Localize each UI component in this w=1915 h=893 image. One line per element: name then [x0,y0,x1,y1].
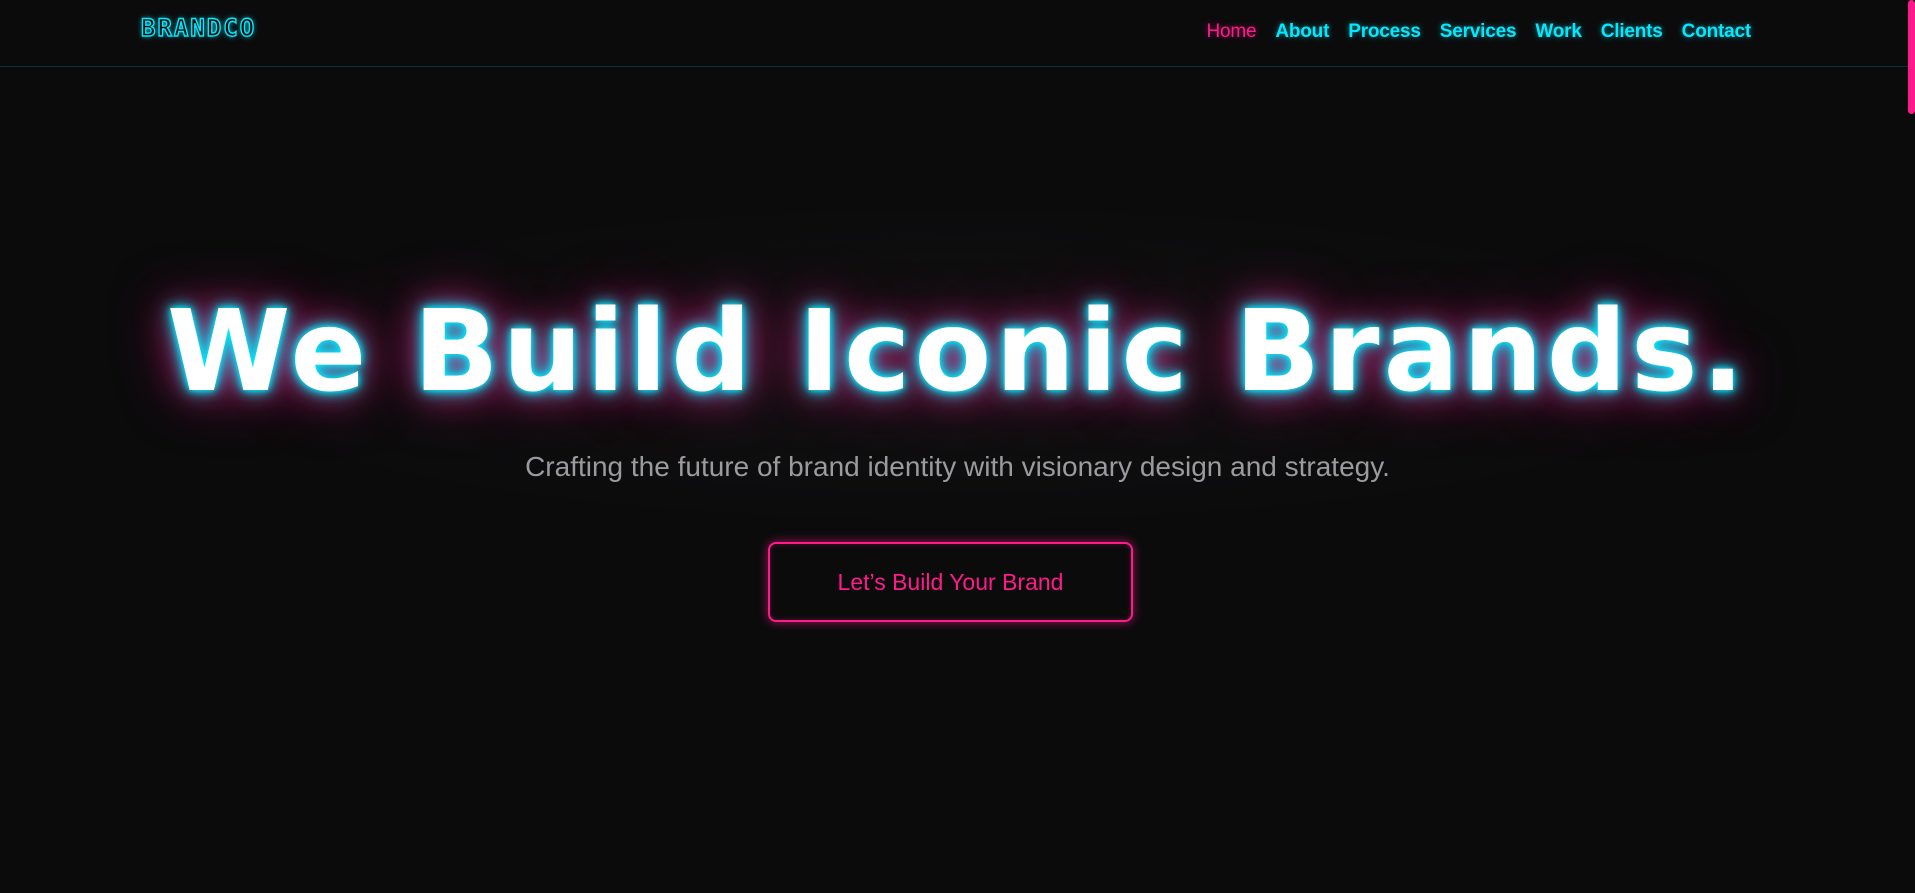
nav-link-contact[interactable]: Contact [1682,20,1752,44]
scrollbar-thumb[interactable] [1908,0,1915,114]
nav-link-home[interactable]: Home [1206,20,1256,44]
nav-link-clients[interactable]: Clients [1601,20,1663,44]
nav-link-about[interactable]: About [1275,20,1329,44]
page: BRANDCO Home About Process Services Work… [0,0,1915,893]
main-nav: Home About Process Services Work Clients… [1187,20,1751,44]
hero-subtitle: Crafting the future of brand identity wi… [525,451,1390,482]
hero-title: We Build Iconic Brands. [166,287,1749,417]
brand-logo[interactable]: BRANDCO [140,15,256,40]
site-header: BRANDCO Home About Process Services Work… [0,0,1915,67]
nav-link-services[interactable]: Services [1440,20,1517,44]
nav-link-process[interactable]: Process [1348,20,1421,44]
nav-link-work[interactable]: Work [1535,20,1582,44]
cta-button[interactable]: Let’s Build Your Brand [768,542,1133,622]
